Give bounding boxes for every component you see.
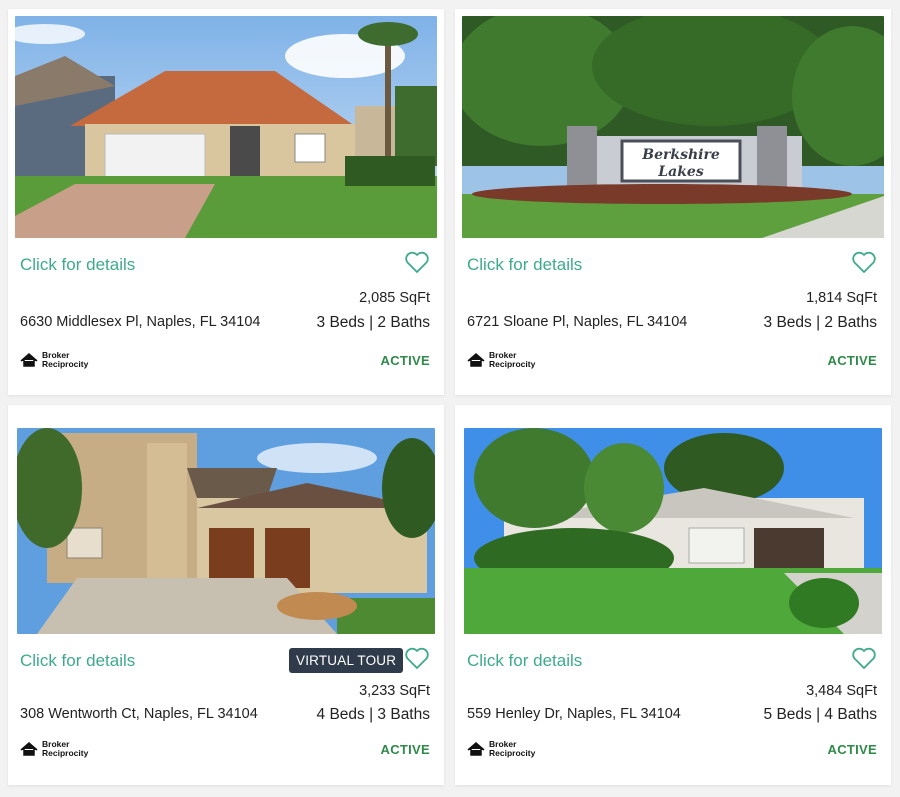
house-photo-image <box>17 428 435 634</box>
beds-baths: 5 Beds | 4 Baths <box>763 706 877 723</box>
listing-card[interactable]: Click for details 2,085 SqFt 6630 Middle… <box>8 9 444 395</box>
beds-baths: 3 Beds | 2 Baths <box>763 314 877 331</box>
sign-text-line1: Berkshire <box>641 147 720 163</box>
listing-address: 559 Henley Dr, Naples, FL 34104 <box>467 706 681 722</box>
status-badge: ACTIVE <box>827 353 877 368</box>
status-badge: ACTIVE <box>380 353 430 368</box>
beds-baths: 4 Beds | 3 Baths <box>316 706 430 723</box>
status-badge: ACTIVE <box>827 742 877 757</box>
broker-reciprocity-logo: Broker Reciprocity <box>466 351 535 368</box>
heart-outline-icon[interactable] <box>404 646 430 670</box>
beds-baths: 3 Beds | 2 Baths <box>316 314 430 331</box>
house-photo-image <box>464 428 882 634</box>
logo-line-reciprocity: Reciprocity <box>489 358 536 369</box>
sign-text-line2: Lakes <box>657 164 704 180</box>
house-icon <box>20 741 38 756</box>
listing-card[interactable]: Click for details VIRTUAL TOUR 3,233 SqF… <box>8 405 444 785</box>
heart-outline-icon[interactable] <box>404 250 430 274</box>
listing-address: 6721 Sloane Pl, Naples, FL 34104 <box>467 314 688 330</box>
click-for-details-link[interactable]: Click for details <box>467 651 582 671</box>
broker-reciprocity-logo: Broker Reciprocity <box>19 740 88 757</box>
listing-photo[interactable] <box>17 428 435 634</box>
house-icon <box>467 352 485 367</box>
listing-card[interactable]: Click for details 3,484 SqFt 559 Henley … <box>455 405 891 785</box>
broker-reciprocity-logo: Broker Reciprocity <box>19 351 88 368</box>
listing-photo[interactable] <box>464 428 882 634</box>
heart-outline-icon[interactable] <box>851 646 877 670</box>
click-for-details-link[interactable]: Click for details <box>20 651 135 671</box>
square-footage: 1,814 SqFt <box>806 290 877 306</box>
broker-reciprocity-logo: Broker Reciprocity <box>466 740 535 757</box>
house-icon <box>467 741 485 756</box>
click-for-details-link[interactable]: Click for details <box>20 255 135 275</box>
listing-address: 6630 Middlesex Pl, Naples, FL 34104 <box>20 314 261 330</box>
heart-outline-icon[interactable] <box>851 250 877 274</box>
community-sign-photo-image: Berkshire Lakes <box>462 16 884 238</box>
status-badge: ACTIVE <box>380 742 430 757</box>
listing-card[interactable]: Berkshire Lakes Click for details 1,814 … <box>455 9 891 395</box>
house-photo-image <box>15 16 437 238</box>
listing-address: 308 Wentworth Ct, Naples, FL 34104 <box>20 706 258 722</box>
house-icon <box>20 352 38 367</box>
virtual-tour-button[interactable]: VIRTUAL TOUR <box>289 648 404 673</box>
click-for-details-link[interactable]: Click for details <box>467 255 582 275</box>
logo-line-reciprocity: Reciprocity <box>42 358 89 369</box>
square-footage: 3,233 SqFt <box>359 683 430 699</box>
logo-line-reciprocity: Reciprocity <box>489 747 536 758</box>
listing-photo[interactable]: Berkshire Lakes <box>462 16 884 238</box>
logo-line-reciprocity: Reciprocity <box>42 747 89 758</box>
listing-photo[interactable] <box>15 16 437 238</box>
square-footage: 2,085 SqFt <box>359 290 430 306</box>
square-footage: 3,484 SqFt <box>806 683 877 699</box>
